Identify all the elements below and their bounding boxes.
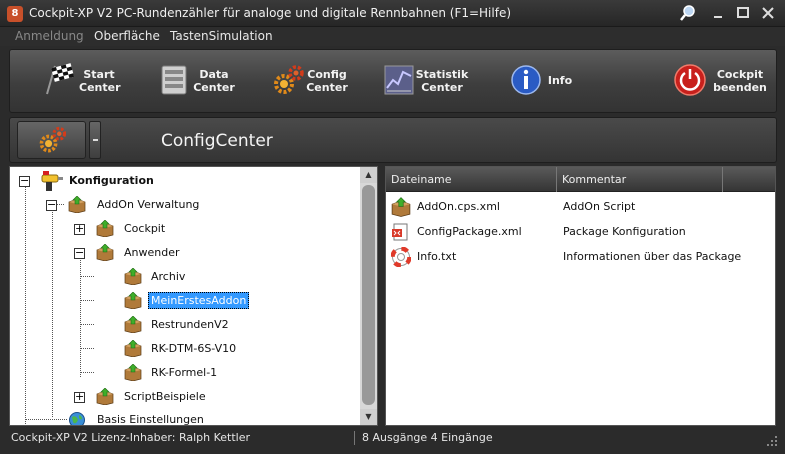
file-comment: AddOn Script (563, 200, 636, 213)
start-center-button[interactable]: Start Center (35, 50, 130, 114)
scroll-up-arrow-icon[interactable]: ▲ (360, 167, 377, 183)
file-name: Info.txt (417, 250, 457, 263)
tree-item-label: ScriptBeispiele (124, 390, 206, 403)
box-icon (124, 316, 142, 333)
power-icon (674, 64, 706, 96)
checkered-flag-icon (46, 63, 75, 95)
tree-item-cockpit[interactable]: + Cockpit (10, 218, 355, 240)
config-center-title: ConfigCenter (161, 131, 273, 151)
tree-item-label: Cockpit (124, 222, 166, 235)
app-icon: 8 (7, 6, 23, 22)
tree-item-label: RestrundenV2 (151, 318, 229, 331)
box-icon (124, 268, 142, 285)
statistik-center-label: Statistik Center (415, 68, 469, 94)
tree-item-konfiguration[interactable]: − Konfiguration (10, 170, 355, 192)
tree-item-label: Konfiguration (69, 174, 154, 187)
statistik-center-button[interactable]: Statistik Center (377, 50, 477, 114)
tree-item-addon-verwaltung[interactable]: − AddOn Verwaltung (10, 194, 355, 216)
resize-grip-icon[interactable] (766, 435, 778, 447)
tree-item-label: Archiv (151, 270, 186, 283)
data-center-button[interactable]: Data Center (152, 50, 247, 114)
box-icon (96, 388, 114, 405)
data-center-label: Data Center (193, 68, 235, 94)
expand-toggle[interactable]: + (74, 391, 85, 403)
tree-item-anwender[interactable]: − Anwender (10, 242, 355, 264)
tree-item-label: AddOn Verwaltung (97, 198, 200, 211)
file-list: Dateiname Kommentar AddOn.cps.xml AddOn … (385, 166, 776, 426)
box-icon (96, 244, 114, 261)
title-bar: 8 Cockpit-XP V2 PC-Rundenzähler für anal… (0, 0, 785, 27)
tree-item-archiv[interactable]: Archiv (10, 266, 355, 288)
config-center-label: Config Center (306, 68, 348, 94)
box-icon (96, 220, 114, 237)
file-row-addon-cps-xml[interactable]: AddOn.cps.xml AddOn Script (386, 194, 775, 219)
status-io: 8 Ausgänge 4 Eingänge (362, 431, 493, 444)
config-gears-button[interactable] (17, 121, 86, 159)
window-title: Cockpit-XP V2 PC-Rundenzähler für analog… (29, 6, 512, 20)
scrollbar-thumb[interactable] (362, 185, 375, 405)
minimize-button[interactable] (708, 4, 728, 22)
box-icon (124, 364, 142, 381)
main-toolbar: Start Center Data Center Config Center S… (9, 49, 777, 113)
tree-item-meinerstesaddon[interactable]: MeinErstesAddon (10, 290, 355, 312)
tree-item-label: Basis Einstellungen (97, 413, 204, 426)
tree-item-label: RK-DTM-6S-V10 (151, 342, 237, 355)
column-header-kommentar[interactable]: Kommentar (557, 167, 723, 192)
tree-item-label: Anwender (124, 246, 180, 259)
expand-toggle[interactable]: + (74, 223, 85, 235)
globe-icon (69, 412, 85, 425)
status-bar: Cockpit-XP V2 Lizenz-Inhaber: Ralph Kett… (0, 429, 785, 454)
start-center-label: Start Center (79, 68, 121, 94)
box-icon (68, 196, 86, 213)
status-separator (354, 431, 355, 445)
tree-item-label: RK-Formel-1 (151, 366, 218, 379)
file-comment: Package Konfiguration (563, 225, 686, 238)
collapse-toggle[interactable]: − (74, 247, 85, 259)
maximize-button[interactable] (733, 4, 753, 22)
config-tree: − Konfiguration − AddOn Verwaltung + Coc… (9, 166, 378, 426)
box-icon (391, 197, 411, 217)
drill-icon (41, 171, 63, 191)
tree-item-label: MeinErstesAddon (148, 292, 250, 309)
file-name: AddOn.cps.xml (417, 200, 500, 213)
menu-oberflaeche[interactable]: Oberfläche (94, 29, 160, 43)
box-icon (124, 340, 142, 357)
config-dropdown-button[interactable] (89, 121, 101, 159)
file-row-configpackage-xml[interactable]: ConfigPackage.xml Package Konfiguration (386, 219, 775, 244)
file-name: ConfigPackage.xml (417, 225, 522, 238)
gears-icon (274, 65, 304, 94)
scroll-down-arrow-icon[interactable]: ▼ (360, 409, 377, 425)
menu-bar: Anmeldung Oberfläche TastenSimulation (0, 27, 785, 46)
tree-item-scriptbeispiele[interactable]: + ScriptBeispiele (10, 386, 355, 408)
info-icon (511, 65, 541, 95)
status-license: Cockpit-XP V2 Lizenz-Inhaber: Ralph Kett… (11, 431, 250, 444)
chart-icon (384, 65, 414, 95)
tree-item-rk-dtm-6s-v10[interactable]: RK-DTM-6S-V10 (10, 338, 355, 360)
file-row-info-txt[interactable]: Info.txt Informationen über das Package (386, 244, 775, 269)
column-header-dateiname[interactable]: Dateiname (386, 167, 557, 192)
config-center-button[interactable]: Config Center (267, 50, 362, 114)
menu-anmeldung[interactable]: Anmeldung (15, 29, 84, 43)
lifebuoy-icon (391, 247, 411, 267)
collapse-toggle[interactable]: − (19, 175, 30, 187)
file-list-header: Dateiname Kommentar (386, 167, 775, 192)
close-button[interactable] (758, 4, 778, 22)
cockpit-beenden-label: Cockpit beenden (713, 68, 767, 94)
info-button[interactable]: Info (505, 50, 585, 114)
collapse-toggle[interactable]: − (46, 199, 57, 211)
gears-icon (39, 126, 67, 153)
cockpit-beenden-button[interactable]: Cockpit beenden (670, 50, 776, 114)
server-icon (161, 65, 187, 95)
help-search-icon[interactable] (678, 4, 698, 22)
tree-item-basis-einstellungen[interactable]: Basis Einstellungen (10, 409, 355, 426)
tree-scrollbar[interactable]: ▲ ▼ (360, 167, 377, 425)
xml-file-icon (392, 223, 408, 241)
file-comment: Informationen über das Package (563, 250, 742, 263)
tree-item-rk-formel-1[interactable]: RK-Formel-1 (10, 362, 355, 384)
box-icon (124, 292, 142, 309)
menu-tastensimulation[interactable]: TastenSimulation (170, 29, 273, 43)
info-label: Info (547, 74, 573, 87)
config-center-header: ConfigCenter (9, 117, 777, 163)
tree-item-restrundenv2[interactable]: RestrundenV2 (10, 314, 355, 336)
